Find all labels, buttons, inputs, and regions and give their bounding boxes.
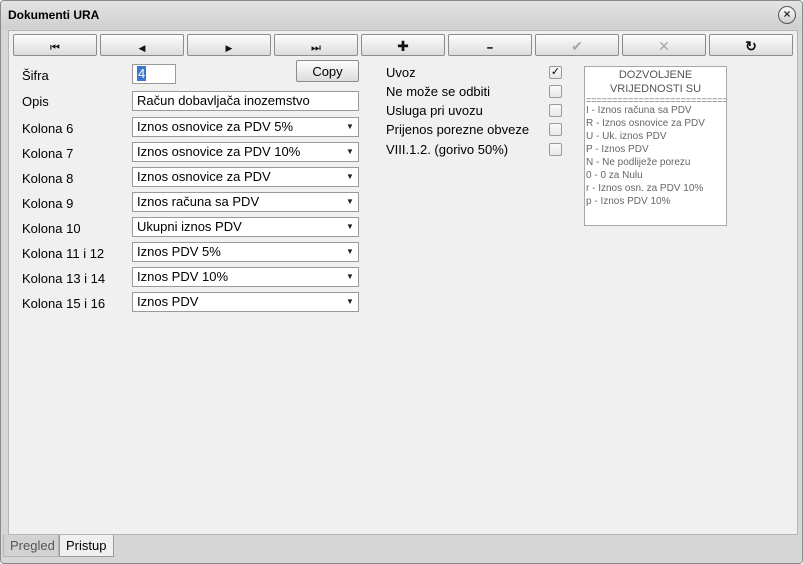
bottom-tab-bar: Pregled Pristup bbox=[1, 535, 802, 563]
sifra-value: 4 bbox=[137, 66, 147, 81]
chevron-down-icon[interactable]: ▼ bbox=[342, 168, 358, 186]
sifra-input[interactable]: 4 bbox=[132, 64, 176, 84]
title-bar: Dokumenti URA × bbox=[1, 1, 802, 29]
add-record-button[interactable]: ✚ bbox=[361, 34, 445, 56]
sifra-label: Šifra bbox=[22, 68, 49, 83]
allowed-value-line: N - Ne podliježe porezu bbox=[586, 157, 691, 168]
form-panel: ⏮ ◀ ▶ ⏭ ✚ ━ ✔ ✕ ↻ Šifra 4 Copy Opis Raču… bbox=[8, 30, 798, 535]
window-title: Dokumenti URA bbox=[8, 8, 100, 22]
prijenos-porezne-obveze-checkbox[interactable] bbox=[549, 123, 562, 136]
remove-record-button[interactable]: ━ bbox=[448, 34, 532, 56]
last-record-button[interactable]: ⏭ bbox=[274, 34, 358, 56]
next-record-icon: ▶ bbox=[225, 43, 233, 53]
kolona-11-12-select[interactable]: Iznos PDV 5% ▼ bbox=[132, 242, 359, 262]
kolona-10-value: Ukupni iznos PDV bbox=[137, 219, 242, 234]
kolona-8-label: Kolona 8 bbox=[22, 171, 74, 186]
usluga-pri-uvozu-label: Usluga pri uvozu bbox=[386, 103, 483, 118]
allowed-value-line: 0 - 0 za Nulu bbox=[586, 170, 643, 181]
chevron-down-icon[interactable]: ▼ bbox=[342, 293, 358, 311]
usluga-pri-uvozu-checkbox[interactable] bbox=[549, 104, 562, 117]
kolona-9-label: Kolona 9 bbox=[22, 196, 74, 211]
tab-pristup[interactable]: Pristup bbox=[59, 535, 114, 557]
kolona-7-value: Iznos osnovice za PDV 10% bbox=[137, 144, 301, 159]
uvoz-checkbox[interactable]: ✓ bbox=[549, 66, 562, 79]
prijenos-porezne-obveze-label: Prijenos porezne obveze bbox=[386, 122, 530, 137]
chevron-down-icon[interactable]: ▼ bbox=[342, 243, 358, 261]
ne-moze-se-odbiti-checkbox[interactable] bbox=[549, 85, 562, 98]
add-icon: ✚ bbox=[397, 38, 409, 54]
cancel-icon: ✕ bbox=[658, 38, 670, 54]
allowed-values-heading-1: DOZVOLJENE bbox=[618, 69, 693, 81]
kolona-6-value: Iznos osnovice za PDV 5% bbox=[137, 119, 294, 134]
allowed-value-line: I - Iznos računa sa PDV bbox=[586, 105, 692, 116]
allowed-value-line: p - Iznos PDV 10% bbox=[586, 196, 671, 207]
checkmark-icon: ✓ bbox=[550, 66, 561, 78]
close-icon[interactable]: × bbox=[778, 6, 796, 24]
kolona-8-value: Iznos osnovice za PDV bbox=[137, 169, 271, 184]
confirm-button[interactable]: ✔ bbox=[535, 34, 619, 56]
kolona-10-label: Kolona 10 bbox=[22, 221, 81, 236]
chevron-down-icon[interactable]: ▼ bbox=[342, 268, 358, 286]
remove-icon: ━ bbox=[487, 43, 493, 53]
copy-button[interactable]: Copy bbox=[296, 60, 359, 82]
kolona-13-14-label: Kolona 13 i 14 bbox=[22, 271, 106, 286]
dokumenti-ura-window: Dokumenti URA × ⏮ ◀ ▶ ⏭ ✚ ━ ✔ ✕ ↻ Šifra … bbox=[0, 0, 803, 564]
kolona-9-value: Iznos računa sa PDV bbox=[137, 194, 260, 209]
previous-record-icon: ◀ bbox=[138, 43, 146, 53]
previous-record-button[interactable]: ◀ bbox=[100, 34, 184, 56]
first-record-icon: ⏮ bbox=[50, 42, 60, 54]
uvoz-label: Uvoz bbox=[386, 65, 416, 80]
kolona-9-select[interactable]: Iznos računa sa PDV ▼ bbox=[132, 192, 359, 212]
kolona-7-label: Kolona 7 bbox=[22, 146, 74, 161]
ne-moze-se-odbiti-label: Ne može se odbiti bbox=[386, 84, 491, 99]
kolona-11-12-label: Kolona 11 i 12 bbox=[22, 246, 105, 261]
cancel-button[interactable]: ✕ bbox=[622, 34, 706, 56]
refresh-icon: ↻ bbox=[745, 38, 757, 54]
allowed-values-box: DOZVOLJENE VRIJEDNOSTI SU ==============… bbox=[584, 66, 727, 226]
tab-pregled[interactable]: Pregled bbox=[3, 535, 59, 557]
kolona-13-14-value: Iznos PDV 10% bbox=[137, 269, 229, 284]
allowed-value-line: P - Iznos PDV bbox=[586, 144, 649, 155]
allowed-value-line: R - Iznos osnovice za PDV bbox=[586, 118, 705, 129]
opis-input[interactable]: Račun dobavljača inozemstvo bbox=[132, 91, 359, 111]
allowed-values-heading-2: VRIJEDNOSTI SU bbox=[609, 83, 702, 95]
kolona-7-select[interactable]: Iznos osnovice za PDV 10% ▼ bbox=[132, 142, 359, 162]
allowed-value-line: r - Iznos osn. za PDV 10% bbox=[586, 183, 704, 194]
chevron-down-icon[interactable]: ▼ bbox=[342, 218, 358, 236]
kolona-11-12-value: Iznos PDV 5% bbox=[137, 244, 221, 259]
kolona-15-16-select[interactable]: Iznos PDV ▼ bbox=[132, 292, 359, 312]
next-record-button[interactable]: ▶ bbox=[187, 34, 271, 56]
gorivo-checkbox[interactable] bbox=[549, 143, 562, 156]
kolona-6-label: Kolona 6 bbox=[22, 121, 74, 136]
last-record-icon: ⏭ bbox=[311, 42, 321, 54]
gorivo-label: VIII.1.2. (gorivo 50%) bbox=[386, 142, 509, 157]
refresh-button[interactable]: ↻ bbox=[709, 34, 793, 56]
kolona-10-select[interactable]: Ukupni iznos PDV ▼ bbox=[132, 217, 359, 237]
kolona-15-16-label: Kolona 15 i 16 bbox=[22, 296, 106, 311]
kolona-6-select[interactable]: Iznos osnovice za PDV 5% ▼ bbox=[132, 117, 359, 137]
allowed-value-line: U - Uk. iznos PDV bbox=[586, 131, 667, 142]
separator: =================================== bbox=[586, 97, 726, 104]
kolona-13-14-select[interactable]: Iznos PDV 10% ▼ bbox=[132, 267, 359, 287]
kolona-15-16-value: Iznos PDV bbox=[137, 294, 199, 309]
kolona-8-select[interactable]: Iznos osnovice za PDV ▼ bbox=[132, 167, 359, 187]
opis-label: Opis bbox=[22, 94, 49, 109]
chevron-down-icon[interactable]: ▼ bbox=[342, 143, 358, 161]
chevron-down-icon[interactable]: ▼ bbox=[342, 193, 358, 211]
confirm-icon: ✔ bbox=[571, 38, 583, 54]
chevron-down-icon[interactable]: ▼ bbox=[342, 118, 358, 136]
first-record-button[interactable]: ⏮ bbox=[13, 34, 97, 56]
